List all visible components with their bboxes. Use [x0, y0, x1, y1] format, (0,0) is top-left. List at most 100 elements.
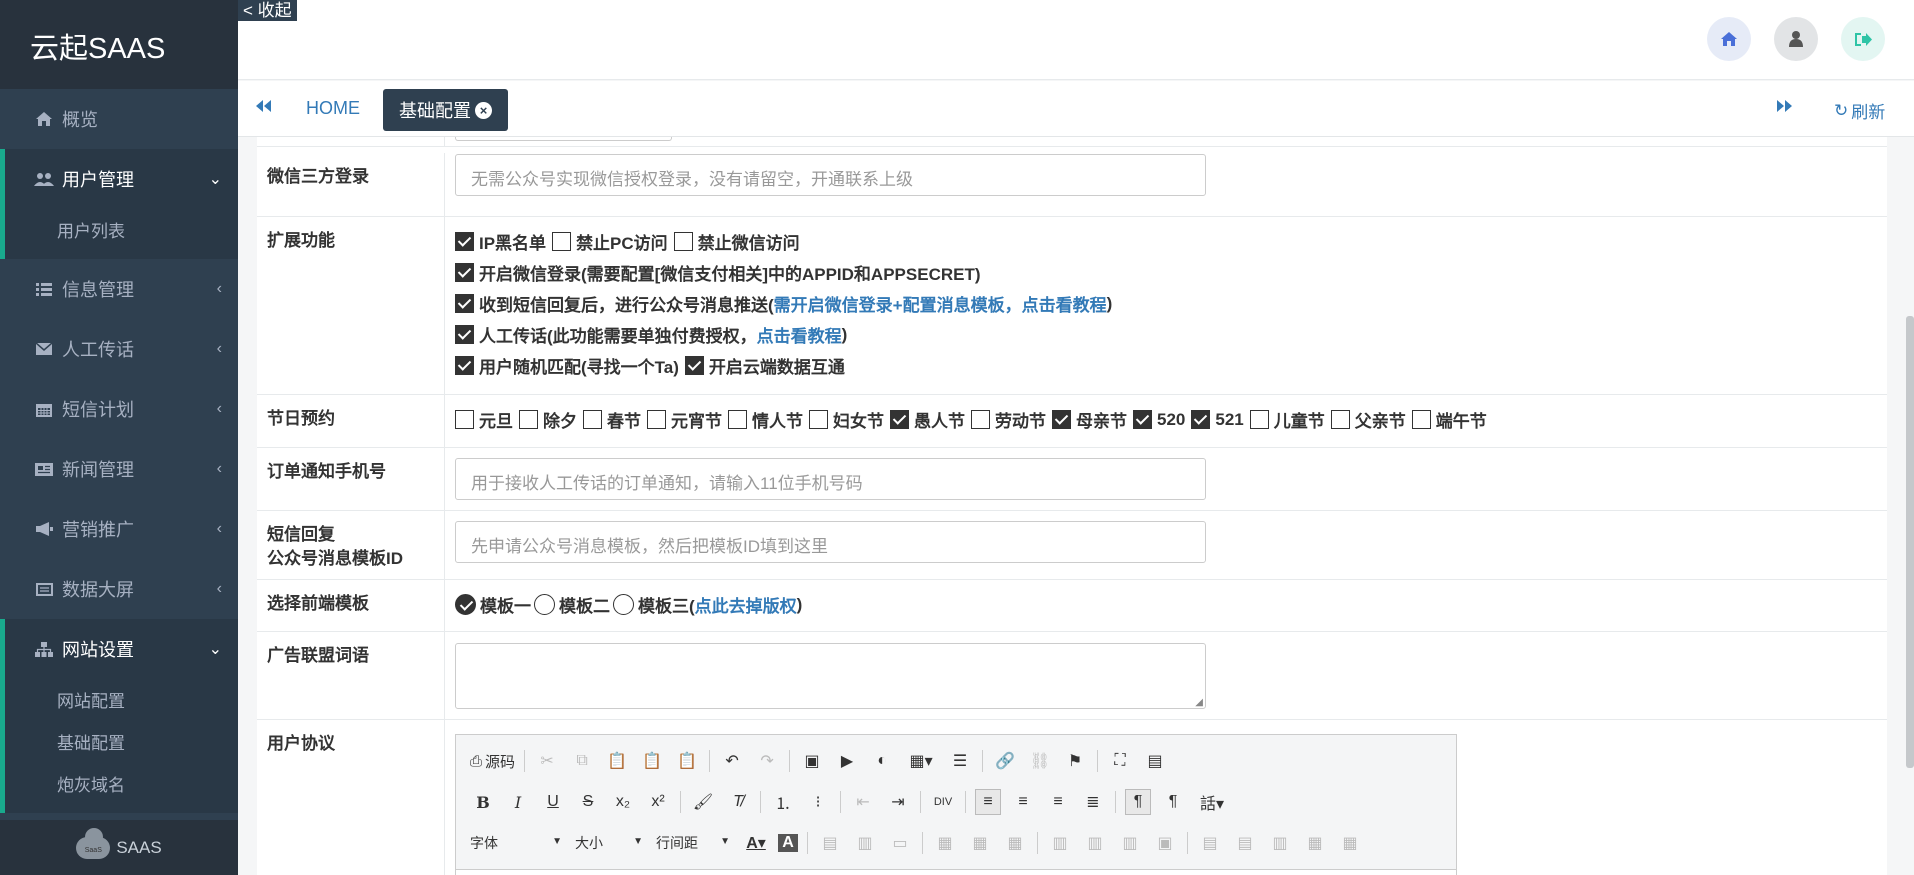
sidebar-subitem-user-list[interactable]: 用户列表: [57, 211, 238, 253]
superscript-icon[interactable]: x²: [645, 789, 671, 815]
highlight-color-icon[interactable]: A: [778, 834, 798, 852]
bullet-list-icon[interactable]: ⁝: [805, 789, 831, 815]
scroll-right-button[interactable]: [1776, 97, 1794, 120]
table-col-icon[interactable]: ▥: [1267, 830, 1293, 856]
holiday-checkbox[interactable]: [1330, 410, 1350, 429]
ad-words-textarea[interactable]: ◢: [455, 643, 1206, 709]
outdent-icon[interactable]: ⇤: [850, 789, 876, 815]
clear-format-icon[interactable]: T̸: [725, 789, 751, 815]
sidebar-item-relay[interactable]: 人工传话 ‹: [0, 319, 238, 379]
sms-template-input[interactable]: 先申请公众号消息模板，然后把模板ID填到这里: [455, 521, 1206, 563]
sidebar-item-site-settings[interactable]: 网站设置 ⌄: [0, 619, 238, 679]
table-icon[interactable]: ▦▾: [904, 748, 938, 774]
sidebar-subitem-basic-config[interactable]: 基础配置: [57, 723, 238, 765]
holiday-checkbox[interactable]: [890, 410, 909, 429]
delete-row-icon[interactable]: ▦: [1002, 830, 1028, 856]
table-merge-icon[interactable]: ▦: [1302, 830, 1328, 856]
checkbox-random-match[interactable]: [455, 356, 474, 375]
tab-home[interactable]: HOME: [306, 98, 360, 119]
logout-button[interactable]: [1841, 17, 1885, 61]
resize-handle-icon[interactable]: ◢: [1195, 697, 1203, 708]
holiday-checkbox[interactable]: [1052, 410, 1071, 429]
anchor-flag-icon[interactable]: ⚑: [1062, 748, 1088, 774]
bold-icon[interactable]: B: [470, 789, 496, 815]
holiday-checkbox[interactable]: [728, 410, 747, 429]
scrollbar[interactable]: [1906, 316, 1914, 768]
checkbox-manual-relay[interactable]: [455, 325, 474, 344]
holiday-checkbox[interactable]: [1411, 410, 1431, 429]
holiday-checkbox[interactable]: [455, 410, 474, 429]
insert-row-after-icon[interactable]: ▦: [967, 830, 993, 856]
align-justify-icon[interactable]: ≣: [1080, 789, 1106, 815]
insert-col-before-icon[interactable]: ▥: [1047, 830, 1073, 856]
order-phone-input[interactable]: 用于接收人工传话的订单通知，请输入11位手机号码: [455, 458, 1206, 500]
source-button[interactable]: ⎙ 源码: [470, 748, 515, 774]
tutorial-link[interactable]: 点击看教程: [757, 322, 842, 347]
rtl-icon[interactable]: ¶: [1160, 789, 1186, 815]
user-button[interactable]: [1774, 17, 1818, 61]
wechat-login-input[interactable]: 无需公众号实现微信授权登录，没有请留空，开通联系上级: [455, 154, 1206, 196]
redo-icon[interactable]: ↷: [754, 748, 780, 774]
align-center-icon[interactable]: ≡: [1010, 789, 1036, 815]
holiday-checkbox[interactable]: [809, 410, 828, 429]
radio-template-2[interactable]: [534, 594, 555, 615]
video-icon[interactable]: ▶: [834, 748, 860, 774]
holiday-checkbox[interactable]: [1191, 410, 1211, 429]
unlink-icon[interactable]: ⛓: [1027, 748, 1053, 774]
sidebar-item-overview[interactable]: 概览: [0, 89, 238, 149]
emoticon-icon[interactable]: ◐: [869, 748, 895, 774]
sidebar-item-sms-plan[interactable]: 短信计划 ‹: [0, 379, 238, 439]
sidebar-subitem-site-config[interactable]: 网站配置: [57, 681, 238, 723]
delete-col-icon[interactable]: ▥: [1117, 830, 1143, 856]
checkbox-block-wechat[interactable]: [673, 232, 693, 251]
radio-template-3[interactable]: [613, 594, 634, 615]
checkbox-block-pc[interactable]: [552, 232, 572, 251]
ltr-icon[interactable]: ¶: [1125, 789, 1151, 815]
table-row-icon[interactable]: ▤: [1232, 830, 1258, 856]
checkbox-sms-push[interactable]: [455, 294, 474, 313]
table-props-icon[interactable]: ▤: [817, 830, 843, 856]
tab-basic-config[interactable]: 基础配置 ×: [383, 89, 508, 131]
cell-props-icon[interactable]: ▥: [852, 830, 878, 856]
underline-icon[interactable]: U: [540, 789, 566, 815]
div-icon[interactable]: DIV: [930, 789, 956, 815]
image-icon[interactable]: ▣: [799, 748, 825, 774]
ordered-list-icon[interactable]: ⒈: [770, 789, 796, 815]
holiday-checkbox[interactable]: [1249, 410, 1269, 429]
strikethrough-icon[interactable]: S: [575, 789, 601, 815]
line-height-select[interactable]: 行间距 ▼: [656, 833, 734, 853]
paste-word-icon[interactable]: 📋: [674, 748, 700, 774]
tutorial-link[interactable]: 需开启微信登录+配置消息模板，点击看教程: [774, 291, 1107, 316]
holiday-checkbox[interactable]: [647, 410, 666, 429]
align-right-icon[interactable]: ≡: [1045, 789, 1071, 815]
holiday-checkbox[interactable]: [971, 410, 990, 429]
sidebar-item-marketing[interactable]: 营销推广 ‹: [0, 499, 238, 559]
remove-copyright-link[interactable]: 点此去掉版权: [695, 592, 797, 617]
format-painter-icon[interactable]: 🖌: [690, 789, 716, 815]
checkbox-cloud-sync[interactable]: [684, 356, 704, 375]
close-icon[interactable]: ×: [475, 101, 492, 119]
paste-text-icon[interactable]: 📋: [639, 748, 665, 774]
paste-icon[interactable]: 📋: [604, 748, 630, 774]
partial-input[interactable]: [455, 137, 672, 141]
home-button[interactable]: [1707, 17, 1751, 61]
indent-icon[interactable]: ⇥: [885, 789, 911, 815]
holiday-checkbox[interactable]: [583, 410, 602, 429]
sidebar-item-info-management[interactable]: 信息管理 ‹: [0, 259, 238, 319]
table-split-icon[interactable]: ▦: [1337, 830, 1363, 856]
sidebar-item-user-management[interactable]: 用户管理 ⌄: [0, 149, 238, 209]
language-icon[interactable]: 話▾: [1195, 789, 1229, 815]
subscript-icon[interactable]: x₂: [610, 789, 636, 815]
link-icon[interactable]: 🔗: [992, 748, 1018, 774]
refresh-button[interactable]: ↻ 刷新: [1834, 98, 1885, 123]
collapse-button[interactable]: < 收起: [238, 0, 297, 21]
preview-icon[interactable]: ▤: [1142, 748, 1168, 774]
copy-icon[interactable]: ⧉: [569, 748, 595, 774]
radio-template-1[interactable]: [455, 594, 476, 615]
sidebar-item-news[interactable]: 新闻管理 ‹: [0, 439, 238, 499]
undo-icon[interactable]: ↶: [719, 748, 745, 774]
font-family-select[interactable]: 字体 ▼: [470, 833, 566, 853]
italic-icon[interactable]: I: [505, 789, 531, 815]
horizontal-rule-icon[interactable]: ☰: [947, 748, 973, 774]
holiday-checkbox[interactable]: [519, 410, 538, 429]
